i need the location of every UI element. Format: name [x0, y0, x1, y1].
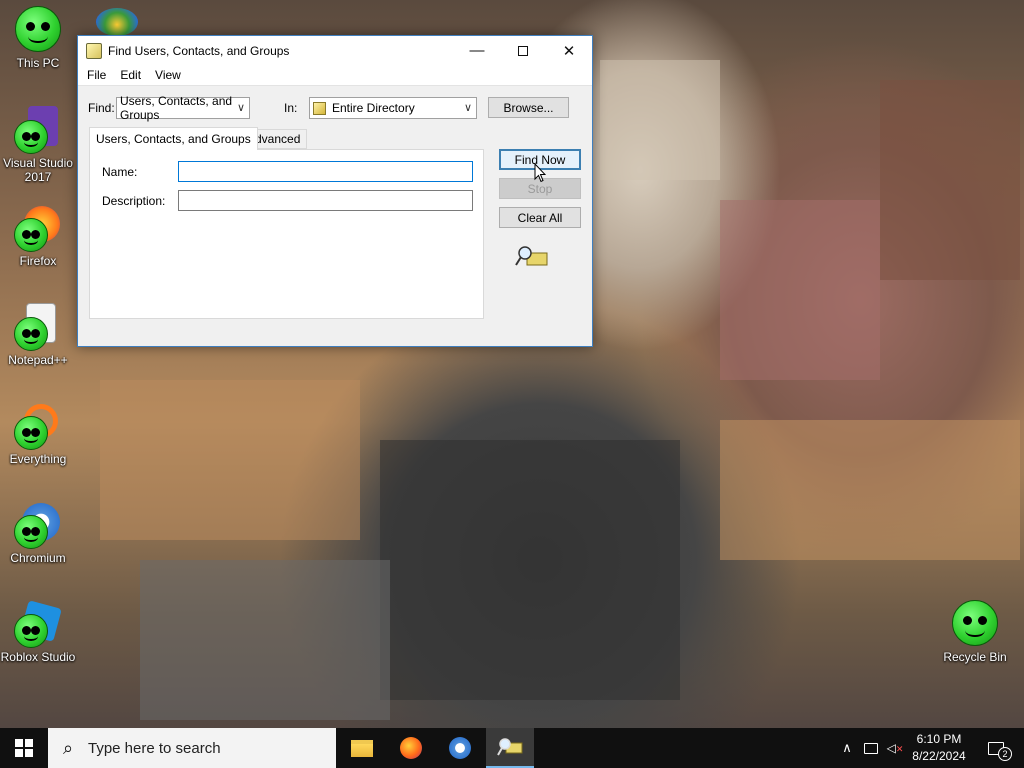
minimize-button[interactable]: — — [454, 36, 500, 65]
desktop-icon-label: Recycle Bin — [943, 650, 1007, 664]
wallpaper-block — [720, 200, 880, 380]
search-animation-icon — [515, 246, 548, 266]
desktop-icon-chromium[interactable]: Chromium — [0, 501, 76, 565]
desktop-icon-everything[interactable]: Everything — [0, 402, 76, 466]
file-explorer-icon — [351, 739, 373, 757]
desktop-icon-label: Chromium — [10, 551, 66, 565]
taskbar-file-explorer[interactable] — [338, 728, 386, 768]
desktop-icon-label: Visual Studio 2017 — [3, 156, 73, 184]
close-button[interactable]: ✕ — [546, 36, 592, 65]
desktop-icon-label: Firefox — [19, 254, 57, 268]
in-location-select[interactable]: Entire Directory ∨ — [309, 97, 477, 119]
clock-date: 8/22/2024 — [912, 749, 966, 763]
find-label: Find: — [88, 101, 115, 115]
desktop-icon-firefox[interactable]: Firefox — [0, 204, 76, 268]
roblox-studio-icon — [14, 600, 62, 648]
this-pc-icon — [14, 6, 62, 54]
notepad-plus-plus-icon — [14, 303, 62, 351]
system-clock[interactable]: 6:10 PM 8/22/2024 — [906, 731, 972, 765]
menu-view[interactable]: View — [148, 68, 188, 82]
network-button[interactable] — [860, 728, 882, 768]
windows-logo-icon — [15, 739, 33, 757]
name-label: Name: — [102, 165, 138, 179]
find-users-icon — [497, 738, 523, 756]
desktop-icon-this-pc[interactable]: This PC — [0, 6, 76, 70]
desktop-icon-label: Notepad++ — [8, 353, 68, 367]
find-type-value: Users, Contacts, and Groups — [120, 94, 233, 122]
description-field[interactable] — [178, 190, 473, 211]
volume-button[interactable]: ◁✕ — [884, 728, 906, 768]
wallpaper-block — [880, 80, 1020, 280]
title-bar[interactable]: Find Users, Contacts, and Groups — ✕ — [78, 36, 592, 65]
menu-bar: File Edit View — [78, 65, 592, 86]
window-title: Find Users, Contacts, and Groups — [108, 43, 290, 58]
mouse-cursor-icon — [534, 163, 546, 183]
chromium-icon — [14, 501, 62, 549]
wallpaper-block — [720, 420, 1020, 560]
everything-icon — [14, 402, 62, 450]
find-users-window: Find Users, Contacts, and Groups — ✕ Fil… — [77, 35, 593, 347]
taskbar-firefox[interactable] — [387, 728, 435, 768]
clock-time: 6:10 PM — [916, 732, 962, 746]
maximize-icon — [518, 45, 528, 56]
taskbar: ⌕ Type here to search ∧ ◁✕ 6:10 PM 8/22/… — [0, 728, 1024, 768]
wallpaper-block — [140, 560, 390, 720]
wallpaper-block — [100, 380, 360, 540]
chevron-down-icon: ∨ — [463, 102, 472, 114]
notification-count-badge: 2 — [998, 747, 1012, 761]
taskbar-chromium[interactable] — [436, 728, 484, 768]
visual-studio-icon — [14, 106, 62, 154]
taskbar-search-box[interactable]: ⌕ Type here to search — [48, 728, 336, 768]
close-icon: ✕ — [562, 42, 576, 60]
browser-globe-icon — [96, 8, 138, 36]
menu-edit[interactable]: Edit — [113, 68, 148, 82]
search-icon: ⌕ — [62, 737, 74, 758]
firefox-icon — [400, 737, 422, 759]
desktop-icon-label: Roblox Studio — [0, 650, 76, 664]
tab-users-contacts-groups[interactable]: Users, Contacts, and Groups — [89, 127, 258, 150]
minimize-icon: — — [469, 42, 485, 59]
firefox-icon — [14, 204, 62, 252]
in-location-value: Entire Directory — [332, 101, 415, 115]
chromium-icon — [449, 737, 471, 759]
chevron-up-icon: ∧ — [842, 740, 852, 755]
desktop-icon-label: Everything — [9, 452, 67, 466]
network-icon — [864, 742, 878, 754]
browse-button[interactable]: Browse... — [488, 97, 569, 118]
wallpaper-block — [380, 440, 680, 700]
desktop-icon-visual-studio[interactable]: Visual Studio 2017 — [0, 106, 76, 184]
desktop-icon-label: This PC — [16, 56, 60, 70]
desktop-icon-recycle-bin[interactable]: Recycle Bin — [937, 600, 1013, 664]
in-label: In: — [284, 101, 298, 115]
desktop-icon-roblox-studio[interactable]: Roblox Studio — [0, 600, 76, 664]
find-type-select[interactable]: Users, Contacts, and Groups ∨ — [116, 94, 250, 122]
clear-all-button[interactable]: Clear All — [499, 207, 581, 228]
volume-muted-icon: ◁✕ — [886, 741, 904, 755]
maximize-button[interactable] — [500, 36, 546, 65]
name-field[interactable] — [178, 161, 473, 182]
desktop-icon-notepad-plus-plus[interactable]: Notepad++ — [0, 303, 76, 367]
search-placeholder: Type here to search — [88, 739, 221, 757]
description-label: Description: — [102, 194, 166, 208]
find-app-icon — [86, 42, 102, 59]
directory-icon — [313, 101, 326, 115]
wallpaper-block — [600, 60, 720, 180]
start-button[interactable] — [0, 728, 48, 768]
show-hidden-icons-button[interactable]: ∧ — [838, 728, 856, 768]
chevron-down-icon: ∨ — [236, 102, 245, 114]
action-center-button[interactable]: 2 — [978, 728, 1014, 768]
recycle-bin-icon — [951, 600, 999, 648]
menu-file[interactable]: File — [80, 68, 113, 82]
taskbar-find-users[interactable] — [486, 728, 534, 768]
